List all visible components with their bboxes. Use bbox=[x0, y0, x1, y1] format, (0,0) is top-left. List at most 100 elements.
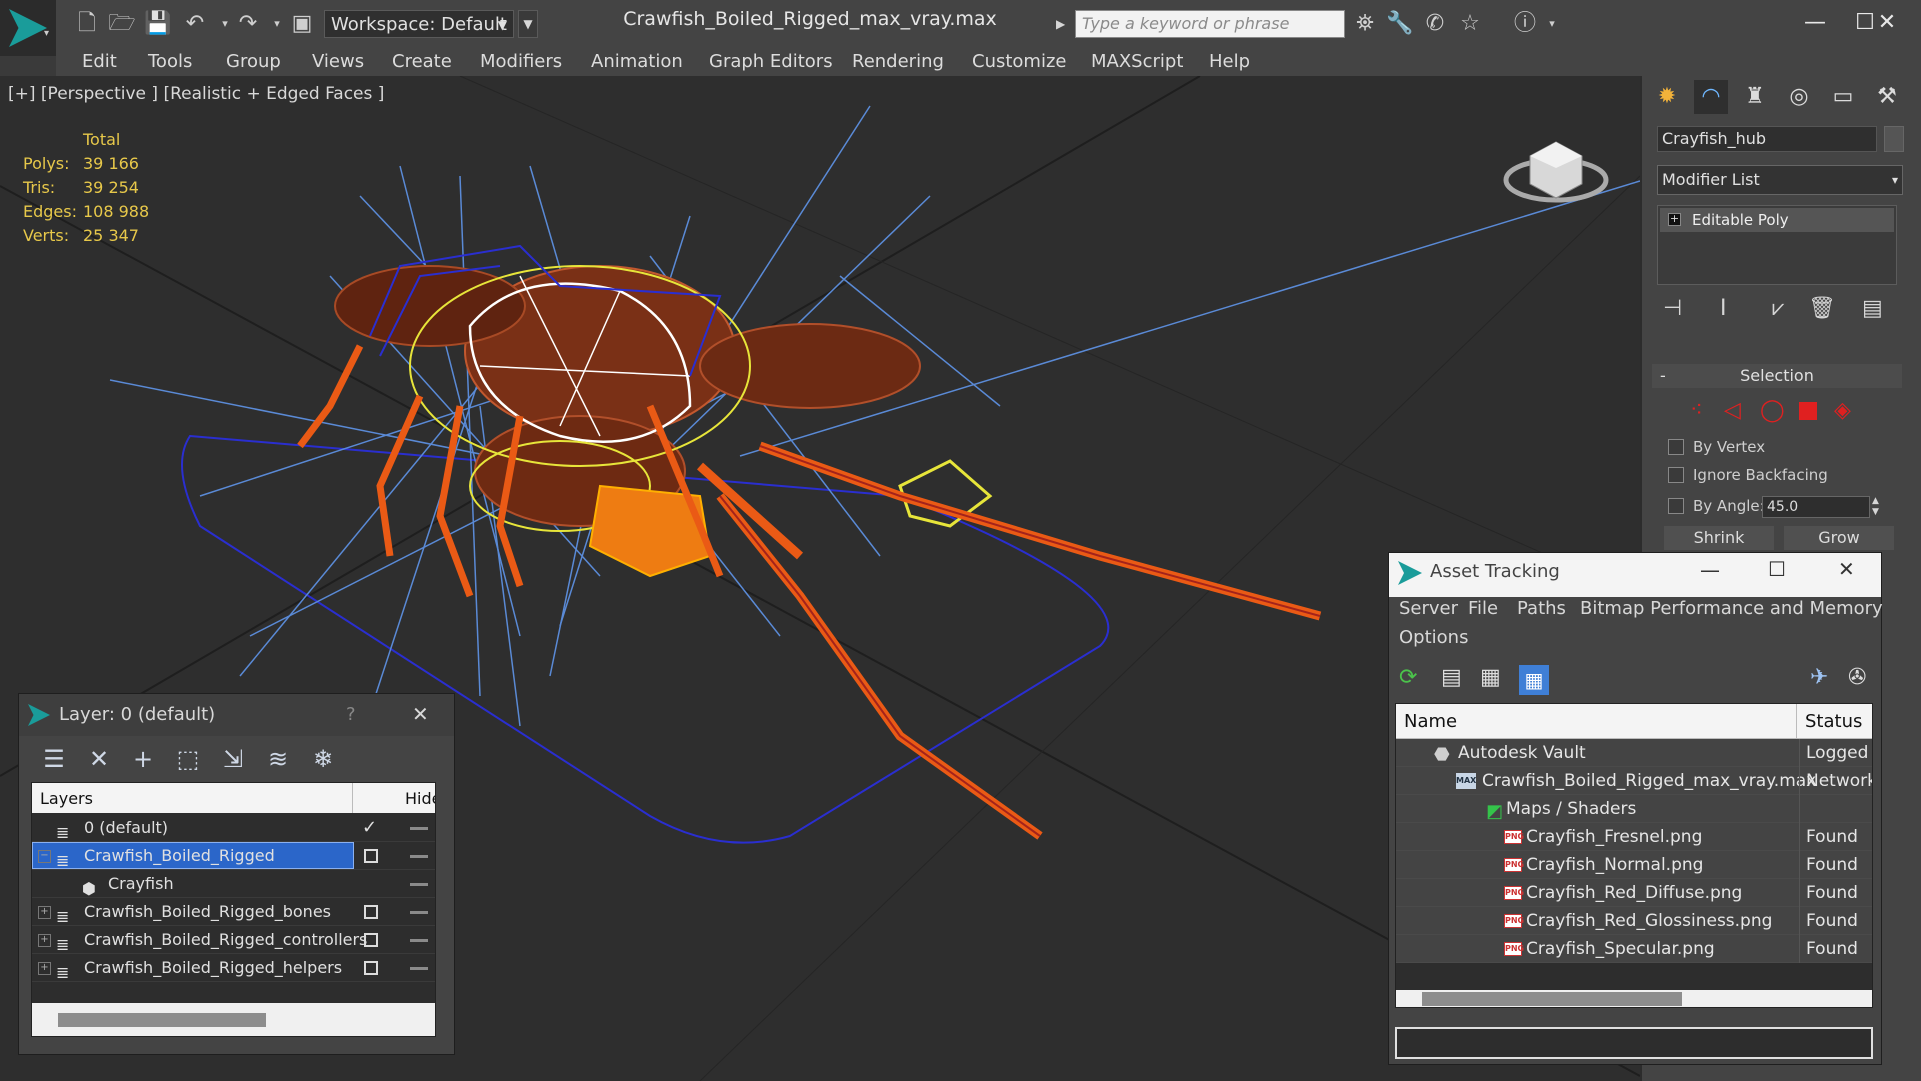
stack-item-editable-poly[interactable]: + Editable Poly bbox=[1660, 208, 1894, 232]
asset-menu-server[interactable]: Server bbox=[1399, 598, 1458, 619]
close-icon[interactable]: ✕ bbox=[1838, 557, 1855, 581]
menu-group[interactable]: Group bbox=[226, 48, 281, 76]
horizontal-scrollbar-thumb[interactable] bbox=[58, 1013, 266, 1027]
help-icon[interactable]: ? bbox=[346, 704, 356, 725]
freeze-all-icon[interactable]: ❄ bbox=[307, 743, 339, 775]
layer-row-selected[interactable]: − ≣ Crawfish_Boiled_Rigged bbox=[32, 842, 435, 870]
communication-icon[interactable]: ✆ bbox=[1420, 9, 1450, 39]
horizontal-scrollbar-track[interactable] bbox=[32, 1003, 435, 1036]
modifier-stack[interactable]: + Editable Poly bbox=[1657, 205, 1897, 285]
list-view-icon[interactable]: ▤ bbox=[1441, 665, 1462, 690]
layer-row[interactable]: + ≣ Crawfish_Boiled_Rigged_controllers bbox=[32, 926, 435, 954]
asset-row[interactable]: PNG Crayfish_Specular.png Found bbox=[1396, 935, 1872, 963]
delete-layer-icon[interactable]: ✕ bbox=[83, 743, 115, 775]
menu-modifiers[interactable]: Modifiers bbox=[480, 48, 562, 76]
shrink-button[interactable]: Shrink bbox=[1664, 526, 1774, 550]
app-menu-arrow-icon[interactable]: ▾ bbox=[44, 28, 49, 39]
hide-checkbox[interactable] bbox=[364, 933, 378, 947]
freeze-dash[interactable] bbox=[410, 939, 428, 942]
hierarchy-tab-icon[interactable]: ♜ bbox=[1738, 80, 1772, 114]
vault-help-icon[interactable]: ✈ bbox=[1810, 665, 1828, 690]
col-hide[interactable]: Hide bbox=[405, 789, 435, 808]
menu-create[interactable]: Create bbox=[392, 48, 452, 76]
menu-help[interactable]: Help bbox=[1209, 48, 1250, 76]
freeze-dash[interactable] bbox=[410, 967, 428, 970]
minimize-button[interactable]: — bbox=[1700, 558, 1720, 582]
tools-icon[interactable]: 🔧 bbox=[1385, 9, 1415, 39]
asset-row[interactable]: PNG Crayfish_Red_Glossiness.png Found bbox=[1396, 907, 1872, 935]
menu-edit[interactable]: Edit bbox=[82, 48, 117, 76]
asset-path-field[interactable] bbox=[1395, 1027, 1873, 1059]
asset-menu-options[interactable]: Options bbox=[1399, 627, 1468, 648]
new-file-icon[interactable]: 🗋 bbox=[72, 9, 102, 39]
workspace-menu-button[interactable]: ▼ bbox=[518, 10, 538, 38]
asset-row[interactable]: ◩ Maps / Shaders bbox=[1396, 795, 1872, 823]
layer-row[interactable]: + ≣ Crawfish_Boiled_Rigged_helpers bbox=[32, 954, 435, 982]
asset-menu-paths[interactable]: Paths bbox=[1517, 598, 1566, 619]
make-unique-icon[interactable]: ⩗ bbox=[1772, 296, 1784, 321]
table-view-icon[interactable]: ▦ bbox=[1519, 665, 1549, 695]
help-icon[interactable]: ⓘ bbox=[1510, 9, 1540, 39]
select-objects-icon[interactable]: ⬚ bbox=[172, 743, 204, 775]
expand-plus-icon[interactable]: + bbox=[1668, 213, 1681, 226]
asset-table[interactable]: Name Status ⬣ Autodesk Vault Logged C MA… bbox=[1395, 703, 1873, 1008]
col-layers[interactable]: Layers bbox=[40, 789, 93, 808]
layer-list[interactable]: Layers Hide ≣ 0 (default) ✓ − ≣ Crawfish… bbox=[31, 782, 436, 1037]
motion-tab-icon[interactable]: ◎ bbox=[1782, 80, 1816, 114]
expand-icon[interactable]: + bbox=[38, 934, 51, 947]
collapse-icon[interactable]: − bbox=[38, 850, 51, 863]
horizontal-scrollbar-track[interactable] bbox=[1396, 990, 1872, 1007]
hide-all-icon[interactable]: ≋ bbox=[262, 743, 294, 775]
checkmark-icon[interactable]: ✓ bbox=[362, 814, 377, 842]
hide-checkbox[interactable] bbox=[364, 849, 378, 863]
viewport-label[interactable]: [+] [Perspective ] [Realistic + Edged Fa… bbox=[8, 84, 384, 104]
search-input[interactable]: Type a keyword or phrase bbox=[1075, 10, 1345, 38]
edge-mode-icon[interactable]: ◁ bbox=[1724, 398, 1741, 423]
menu-rendering[interactable]: Rendering bbox=[852, 48, 944, 76]
freeze-dash[interactable] bbox=[410, 883, 428, 886]
asset-row[interactable]: PNG Crayfish_Red_Diffuse.png Found bbox=[1396, 879, 1872, 907]
remove-modifier-icon[interactable]: 🗑 bbox=[1808, 296, 1836, 321]
close-window-icon[interactable]: ✕ bbox=[1857, 4, 1917, 42]
freeze-dash[interactable] bbox=[410, 911, 428, 914]
menu-animation[interactable]: Animation bbox=[591, 48, 683, 76]
asset-menu-file[interactable]: File bbox=[1468, 598, 1498, 619]
workspace-dropdown[interactable]: Workspace: Default ▼ bbox=[324, 10, 514, 38]
element-mode-icon[interactable]: ◈ bbox=[1834, 398, 1851, 423]
undo-icon[interactable]: ↶ bbox=[180, 9, 210, 39]
save-icon[interactable]: 💾 bbox=[143, 9, 173, 39]
horizontal-scrollbar-thumb[interactable] bbox=[1422, 992, 1682, 1006]
selection-rollout-header[interactable]: - Selection bbox=[1652, 364, 1902, 388]
maximize-button[interactable]: ☐ bbox=[1768, 557, 1786, 581]
close-icon[interactable]: ✕ bbox=[412, 702, 429, 726]
vertex-mode-icon[interactable]: ⁖ bbox=[1690, 398, 1703, 423]
create-tab-icon[interactable]: ✹ bbox=[1650, 80, 1684, 114]
favorites-star-icon[interactable]: ☆ bbox=[1455, 9, 1485, 39]
menu-customize[interactable]: Customize bbox=[972, 48, 1066, 76]
menu-graph-editors[interactable]: Graph Editors bbox=[709, 48, 833, 76]
menu-maxscript[interactable]: MAXScript bbox=[1091, 48, 1183, 76]
binoculars-icon[interactable]: ⛯ bbox=[1350, 9, 1380, 39]
freeze-dash[interactable] bbox=[410, 855, 428, 858]
project-folder-icon[interactable]: ▣ bbox=[287, 9, 317, 39]
layer-row[interactable]: ≣ 0 (default) ✓ bbox=[32, 814, 435, 842]
new-layer-icon[interactable]: ☰ bbox=[38, 743, 70, 775]
thumbnail-view-icon[interactable]: ▦ bbox=[1480, 665, 1501, 690]
col-status[interactable]: Status bbox=[1805, 711, 1862, 732]
hide-checkbox[interactable] bbox=[364, 961, 378, 975]
help-dropdown-icon[interactable]: ▾ bbox=[1537, 9, 1567, 39]
display-tab-icon[interactable]: ▭ bbox=[1826, 80, 1860, 114]
object-color-swatch[interactable] bbox=[1884, 126, 1904, 152]
object-name-field[interactable]: Crayfish_hub bbox=[1657, 126, 1877, 152]
freeze-dash[interactable] bbox=[410, 827, 428, 830]
by-angle-checkbox[interactable] bbox=[1668, 498, 1684, 514]
asset-row[interactable]: MAX Crawfish_Boiled_Rigged_max_vray.max … bbox=[1396, 767, 1872, 795]
utilities-tab-icon[interactable]: ⚒ bbox=[1870, 80, 1904, 114]
pin-stack-icon[interactable]: ⊣ bbox=[1663, 296, 1682, 321]
asset-row[interactable]: ⬣ Autodesk Vault Logged C bbox=[1396, 739, 1872, 767]
spinner-arrows-icon[interactable]: ▲ ▼ bbox=[1872, 496, 1879, 518]
configure-sets-icon[interactable]: ▤ bbox=[1862, 296, 1883, 321]
angle-spinner[interactable]: 45.0 bbox=[1762, 496, 1870, 518]
expand-icon[interactable]: + bbox=[38, 962, 51, 975]
refresh-icon[interactable]: ⟳ bbox=[1399, 665, 1417, 690]
